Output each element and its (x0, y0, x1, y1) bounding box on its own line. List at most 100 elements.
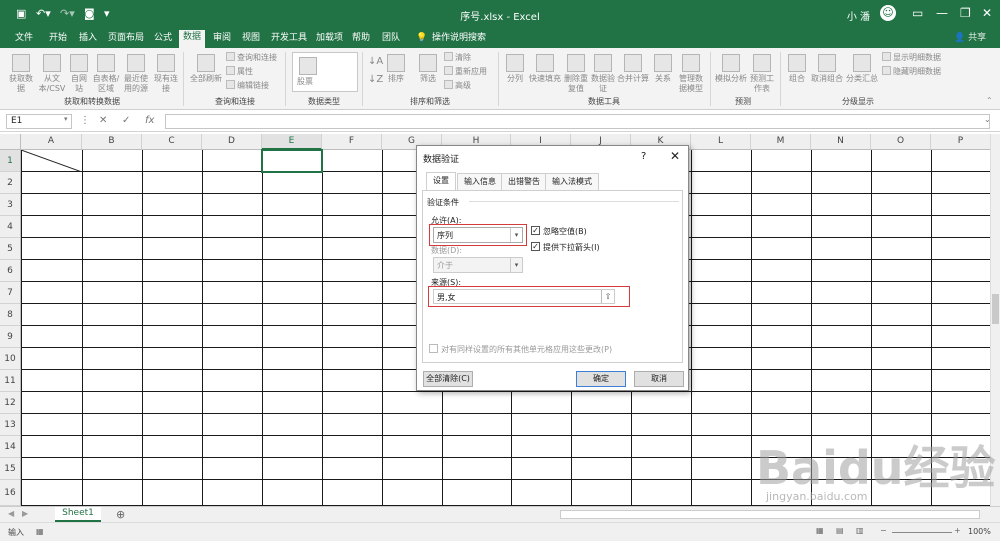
zoom-out-icon[interactable]: − (880, 526, 887, 535)
row-header[interactable]: 3 (0, 194, 21, 216)
tab-error-alert[interactable]: 出错警告 (501, 173, 547, 190)
in-cell-dropdown-checkbox[interactable]: ✓ (531, 242, 540, 251)
collapse-ribbon-icon[interactable]: ⌃ (986, 96, 993, 105)
ribbon-display-options-icon[interactable]: ▭ (912, 6, 923, 20)
row-header[interactable]: 14 (0, 436, 21, 458)
tab-input-message[interactable]: 输入信息 (457, 173, 503, 190)
row-header[interactable]: 11 (0, 370, 21, 392)
remove-duplicates-button[interactable]: 删除重复值 (563, 54, 589, 94)
row-header[interactable]: 7 (0, 282, 21, 304)
formula-input[interactable] (165, 114, 990, 129)
tab-data[interactable]: 数据 (179, 30, 206, 48)
sheet-tab[interactable]: Sheet1 (55, 507, 101, 522)
tab-page-layout[interactable]: 页面布局 (104, 31, 148, 48)
row-header[interactable]: 15 (0, 458, 21, 480)
from-text-csv-button[interactable]: 从文本/CSV (38, 54, 66, 94)
close-icon[interactable]: ✕ (670, 149, 680, 163)
ignore-blank-checkbox[interactable]: ✓ (531, 226, 540, 235)
confirm-entry-icon[interactable]: ✓ (122, 115, 130, 126)
from-table-button[interactable]: 自表格/区域 (92, 54, 120, 94)
avatar[interactable]: ☺ (880, 5, 896, 21)
column-header[interactable]: O (871, 134, 931, 150)
tab-settings[interactable]: 设置 (426, 172, 456, 190)
clear-all-button[interactable]: 全部清除(C) (423, 371, 473, 387)
user-name[interactable]: 小 潘 (847, 8, 870, 23)
data-select[interactable]: 介于 ▾ (433, 257, 523, 273)
row-header[interactable]: 10 (0, 348, 21, 370)
restore-icon[interactable]: ❐ (960, 6, 971, 20)
horizontal-scrollbar[interactable] (560, 510, 980, 519)
tab-ime-mode[interactable]: 输入法模式 (545, 173, 599, 190)
manage-data-model-button[interactable]: 管理数据模型 (677, 54, 705, 94)
clear-filter-button[interactable]: 清除 (444, 52, 471, 63)
select-all-corner[interactable] (0, 134, 21, 150)
tab-file[interactable]: 文件 (11, 31, 37, 48)
selected-cell[interactable] (261, 149, 323, 173)
share-button[interactable]: 👤 共享 (950, 31, 990, 48)
normal-view-icon[interactable]: ▦ (816, 526, 824, 535)
get-data-button[interactable]: 获取数据 (6, 54, 36, 94)
tab-insert[interactable]: 插入 (75, 31, 101, 48)
column-header[interactable]: D (202, 134, 262, 150)
cancel-entry-icon[interactable]: ✕ (99, 115, 107, 126)
row-header[interactable]: 5 (0, 238, 21, 260)
advanced-filter-button[interactable]: 高级 (444, 80, 471, 91)
what-if-analysis-button[interactable]: 模拟分析 (714, 54, 748, 84)
column-header[interactable]: P (931, 134, 990, 150)
existing-connections-button[interactable]: 现有连接 (154, 54, 178, 94)
column-header[interactable]: C (142, 134, 202, 150)
text-to-columns-button[interactable]: 分列 (504, 54, 526, 84)
next-sheet-icon[interactable]: ▶ (22, 509, 28, 518)
properties-button[interactable]: 属性 (226, 66, 253, 77)
stocks-data-type-button[interactable]: 股票 (292, 52, 358, 92)
filter-button[interactable]: 筛选 (418, 54, 438, 84)
macro-record-icon[interactable]: ▦ (36, 527, 44, 536)
zoom-level[interactable]: 100% (968, 527, 991, 536)
consolidate-button[interactable]: 合并计算 (617, 54, 649, 84)
row-header[interactable]: 9 (0, 326, 21, 348)
row-header[interactable]: 6 (0, 260, 21, 282)
group-button[interactable]: 组合 (786, 54, 808, 84)
page-layout-view-icon[interactable]: ▤ (836, 526, 844, 535)
sort-button[interactable]: 排序 (386, 54, 406, 84)
sort-desc-icon[interactable]: ↓Z (368, 74, 383, 85)
zoom-slider[interactable] (892, 532, 952, 533)
relationships-button[interactable]: 关系 (651, 54, 675, 84)
column-header[interactable]: A (21, 134, 82, 150)
recent-sources-button[interactable]: 最近使用的源 (122, 54, 150, 94)
ok-button[interactable]: 确定 (576, 371, 626, 387)
page-break-view-icon[interactable]: ▥ (856, 526, 864, 535)
column-header[interactable]: B (82, 134, 142, 150)
tab-home[interactable]: 开始 (45, 31, 71, 48)
add-sheet-icon[interactable]: ⊕ (116, 508, 125, 521)
column-header[interactable]: M (751, 134, 811, 150)
prev-sheet-icon[interactable]: ◀ (8, 509, 14, 518)
forecast-sheet-button[interactable]: 预测工作表 (750, 54, 774, 94)
name-box-dropdown-icon[interactable]: ▾ (64, 115, 68, 123)
row-header[interactable]: 12 (0, 392, 21, 414)
row-header[interactable]: 4 (0, 216, 21, 238)
flash-fill-button[interactable]: 快速填充 (528, 54, 562, 84)
column-header[interactable]: L (691, 134, 751, 150)
zoom-in-icon[interactable]: + (954, 526, 961, 535)
tab-review[interactable]: 审阅 (209, 31, 235, 48)
edit-links-button[interactable]: 编辑链接 (226, 80, 269, 91)
tab-help[interactable]: 帮助 (348, 31, 374, 48)
hide-detail-button[interactable]: 隐藏明细数据 (882, 66, 941, 77)
show-detail-button[interactable]: 显示明细数据 (882, 52, 941, 63)
reapply-button[interactable]: 重新应用 (444, 66, 487, 77)
ungroup-button[interactable]: 取消组合 (810, 54, 844, 84)
tab-team[interactable]: 团队 (378, 31, 404, 48)
name-box[interactable]: E1 (6, 114, 72, 129)
insert-function-icon[interactable]: fx (145, 115, 154, 126)
minimize-icon[interactable]: — (936, 6, 948, 20)
cancel-button[interactable]: 取消 (634, 371, 684, 387)
queries-connections-button[interactable]: 查询和连接 (226, 52, 277, 63)
row-header[interactable]: 2 (0, 172, 21, 194)
data-validation-button[interactable]: 数据验证 (590, 54, 616, 94)
column-header[interactable]: F (322, 134, 382, 150)
tab-view[interactable]: 视图 (238, 31, 264, 48)
scrollbar-thumb[interactable] (992, 294, 999, 324)
column-header[interactable]: E (262, 134, 322, 150)
close-window-icon[interactable]: ✕ (982, 6, 992, 20)
